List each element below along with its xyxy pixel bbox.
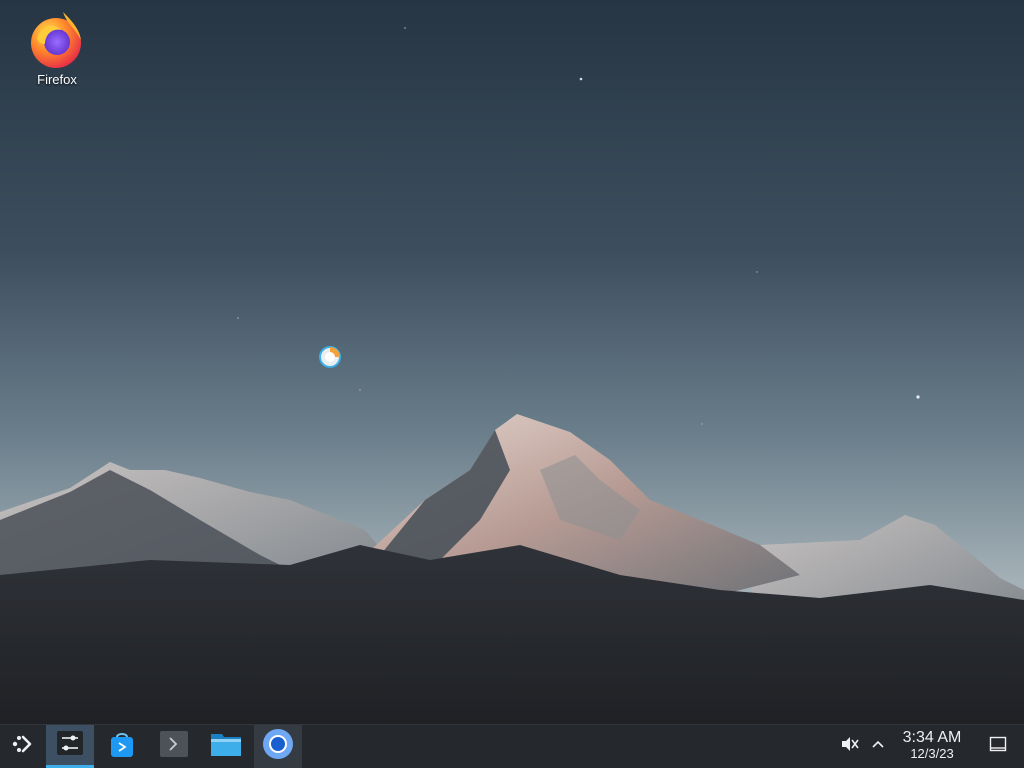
application-launcher-icon [9,731,35,762]
application-launcher-button[interactable] [0,725,44,768]
task-chromium[interactable] [254,725,302,768]
task-system-settings[interactable] [46,725,94,768]
system-settings-icon [55,728,85,763]
discover-store-icon [108,729,136,764]
file-manager-icon [210,730,242,763]
task-discover-store[interactable] [98,725,146,768]
task-file-manager[interactable] [202,725,250,768]
firefox-icon [27,8,87,70]
clock-date: 12/3/23 [910,746,954,761]
mountain-wallpaper [0,0,1024,724]
desktop-icon-label: Firefox [37,72,77,87]
busy-cursor-icon [318,345,342,369]
taskbar: 3:34 AM 12/3/23 [0,724,1024,768]
system-tray-expand-button[interactable] [866,725,890,768]
task-terminal[interactable] [150,725,198,768]
digital-clock[interactable]: 3:34 AM 12/3/23 [896,729,968,761]
chevron-up-icon [870,736,886,757]
terminal-icon [159,730,189,763]
show-desktop-button[interactable] [984,725,1012,768]
desktop[interactable]: Firefox [0,0,1024,724]
desktop-icon-firefox[interactable]: Firefox [22,8,92,87]
show-desktop-icon [989,736,1007,757]
volume-muted-icon [839,734,859,759]
chromium-icon [262,728,294,765]
clock-time: 3:34 AM [902,729,962,746]
volume-button[interactable] [836,725,862,768]
